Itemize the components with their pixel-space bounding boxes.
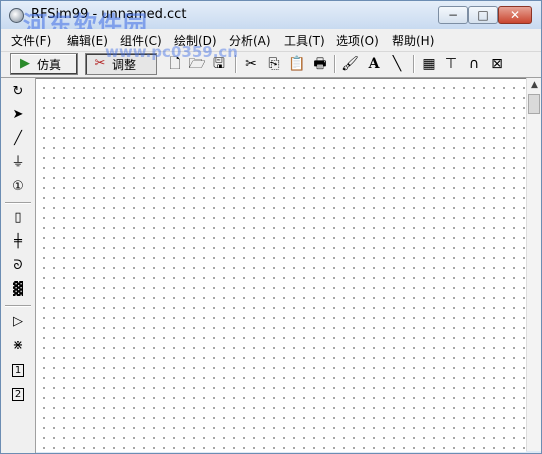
calculator-icon[interactable]: ▦ (420, 55, 438, 73)
port-icon[interactable]: ① (9, 178, 27, 196)
watermark-url: www.pc0359.cn (105, 43, 238, 61)
toolbar: ▶ 仿真 ✂ 调整 🗋 🗁 🖫 ✂ ⎘ 📋 🖶 🖌 A ╲ ▦ ⊤ ∩ ⊠ (1, 52, 541, 78)
toolbar-separator (334, 55, 336, 73)
schematic-canvas[interactable] (36, 78, 526, 452)
crystal-icon[interactable]: ⋇ (9, 337, 27, 355)
amplifier-icon[interactable]: ▷ (9, 313, 27, 331)
simulate-button[interactable]: ▶ 仿真 (10, 53, 78, 75)
simulate-label: 仿真 (37, 57, 62, 72)
brush-icon[interactable]: 🖌 (341, 55, 359, 73)
toolbar-separator (5, 202, 31, 204)
print-icon[interactable]: 🖶 (311, 55, 329, 73)
resistor-icon[interactable]: ▯ (9, 209, 27, 227)
menu-file[interactable]: 文件(F) (11, 32, 51, 49)
copy-icon[interactable]: ⎘ (265, 55, 283, 73)
minimize-button[interactable]: − (438, 6, 468, 24)
run-icon: ▶ (20, 56, 30, 71)
menu-edit[interactable]: 编辑(E) (67, 32, 108, 49)
close-button[interactable]: ✕ (498, 6, 532, 24)
app-window: RFSim99 - unnamed.cct 河东软件园 − □ ✕ 文件(F) … (0, 0, 542, 454)
maximize-button[interactable]: □ (468, 6, 498, 24)
scroll-up-icon[interactable]: ▲ (527, 78, 541, 93)
scroll-thumb[interactable] (528, 94, 540, 114)
pointer-icon[interactable]: ➤ (9, 106, 27, 124)
transformer-icon[interactable]: ▓ (9, 281, 27, 299)
app-icon[interactable] (9, 8, 24, 23)
coupled-line-icon[interactable]: ∩ (465, 55, 483, 73)
text-icon[interactable]: A (365, 55, 383, 73)
cut-icon[interactable]: ✂ (242, 55, 260, 73)
toolbar-separator (5, 305, 31, 307)
vertical-scrollbar[interactable]: ▲ (526, 78, 541, 451)
inductor-icon[interactable]: ᘐ (9, 257, 27, 275)
toolbar-separator (413, 55, 415, 73)
paste-icon[interactable]: 📋 (288, 55, 306, 73)
title-bar[interactable]: RFSim99 - unnamed.cct 河东软件园 − □ ✕ (1, 1, 541, 39)
rotate-icon[interactable]: ↻ (9, 83, 27, 101)
one-port-icon[interactable]: 1 (12, 364, 24, 377)
sparameter-icon[interactable]: ⊠ (488, 55, 506, 73)
capacitor-icon[interactable]: ╪ (9, 233, 27, 251)
menu-options[interactable]: 选项(O) (336, 32, 379, 49)
menu-bar: 文件(F) 编辑(E) 组件(C) 绘制(D) 分析(A) 工具(T) 选项(O… (1, 29, 541, 52)
menu-help[interactable]: 帮助(H) (392, 32, 434, 49)
pen-icon[interactable]: ╲ (388, 55, 406, 73)
transmission-line-icon[interactable]: ⊤ (442, 55, 460, 73)
ground-icon[interactable]: ⏚ (9, 154, 27, 172)
component-toolbar: ↻ ➤ ╱ ⏚ ① ▯ ╪ ᘐ ▓ ▷ ⋇ 1 2 (1, 78, 36, 453)
two-port-icon[interactable]: 2 (12, 388, 24, 401)
wire-icon[interactable]: ╱ (9, 130, 27, 148)
menu-tools[interactable]: 工具(T) (284, 32, 325, 49)
